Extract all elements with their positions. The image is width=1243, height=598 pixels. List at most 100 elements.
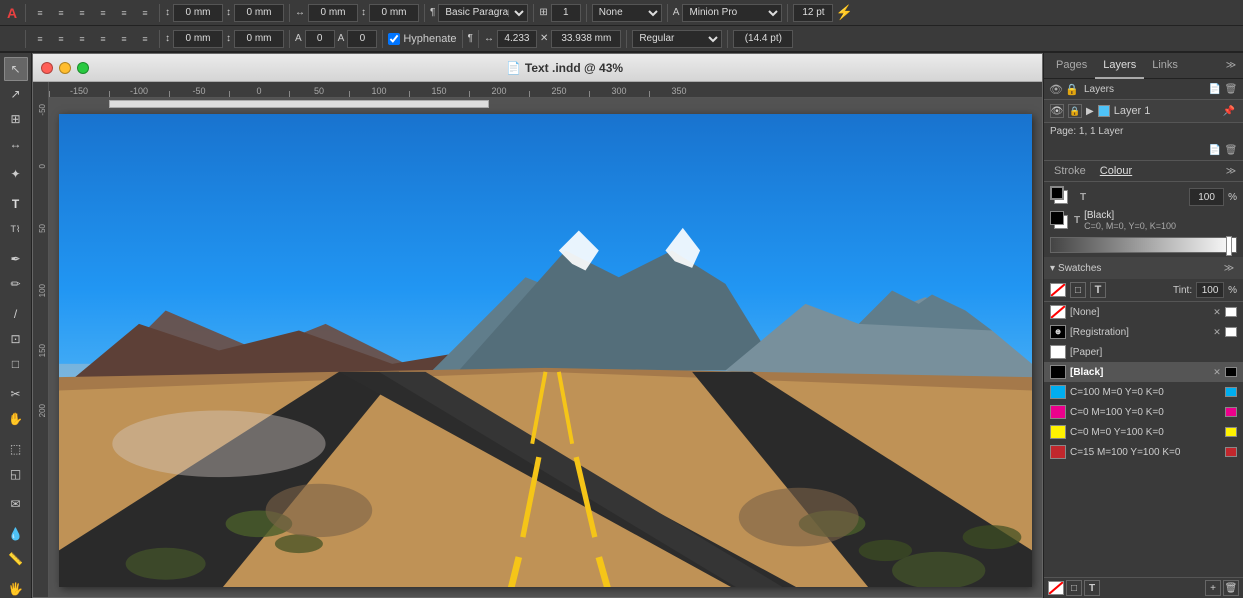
align-right-btn[interactable]: ≡ [73,4,91,22]
note-tool-btn[interactable]: ✉ [4,492,28,516]
swatch-none[interactable]: [None] ✕ [1044,302,1243,322]
content-tool-btn[interactable]: ✦ [4,162,28,186]
swatch-paper[interactable]: [Paper] [1044,342,1243,362]
gradient-tool-btn[interactable]: ⬚ [4,437,28,461]
baseline-input[interactable] [347,30,377,48]
swatch-magenta[interactable]: C=0 M=100 Y=0 K=0 [1044,402,1243,422]
hand-tool-btn[interactable]: 🖐 [4,577,28,598]
align-center-btn[interactable]: ≡ [52,4,70,22]
document-page[interactable] [59,114,1032,587]
text-swatch-btn[interactable]: T [1090,282,1106,298]
align-justify3-btn[interactable]: ≡ [136,4,154,22]
swatch-registration[interactable]: ⊕ [Registration] ✕ [1044,322,1243,342]
direct-selection-tool-btn[interactable]: ↗ [4,82,28,106]
baseline-icon: A [338,33,345,44]
bottom-text-swatch-btn[interactable]: T [1084,580,1100,596]
fill-stroke-icons[interactable] [1050,186,1072,208]
lightning-icon[interactable]: ⚡ [836,5,852,21]
align2-1[interactable]: ≡ [31,30,49,48]
hyphenate-checkbox[interactable] [388,33,400,45]
colour-tab[interactable]: Colour [1094,163,1138,179]
page-tool-btn[interactable]: ⊞ [4,107,28,131]
font-family-dropdown[interactable]: Minion Pro [682,4,782,22]
layer-action-btn2[interactable]: 🗑 [1223,142,1239,158]
align2-5[interactable]: ≡ [115,30,133,48]
layer-action-btn1[interactable]: 📄 [1207,142,1223,158]
gradient-handle[interactable] [1226,236,1232,256]
scissors-tool-btn[interactable]: ✂ [4,382,28,406]
new-layer-btn[interactable]: 📄 [1207,81,1223,97]
font-style-dropdown[interactable]: Regular [632,30,722,48]
tint-input[interactable]: 100 [1196,282,1224,298]
bottom-none-swatch[interactable] [1048,581,1064,595]
line-tool-btn[interactable]: / [4,302,28,326]
colour-swatch-box[interactable] [1050,211,1070,231]
width-val-input[interactable] [551,30,621,48]
hyphenate-label[interactable]: Hyphenate [388,33,456,45]
type-path-tool-btn[interactable]: T⌇ [4,217,28,241]
align2-6[interactable]: ≡ [136,30,154,48]
gap-tool-btn[interactable]: ↔ [4,132,28,156]
size-input[interactable] [305,30,335,48]
transform-tool-btn[interactable]: ✋ [4,407,28,431]
rect-tool-btn[interactable]: □ [4,352,28,376]
paragraph-style-dropdown[interactable]: Basic Paragraph [438,4,528,22]
delete-swatch-btn[interactable]: 🗑 [1223,580,1239,596]
gradient-feather-btn[interactable]: ◱ [4,462,28,486]
none-dropdown[interactable]: None [592,4,662,22]
align2-2[interactable]: ≡ [52,30,70,48]
stroke-tab[interactable]: Stroke [1048,163,1092,179]
w-input[interactable]: 0 mm [308,4,358,22]
panel-options-btn[interactable]: ≫ [1223,58,1239,74]
window-max-btn[interactable] [77,62,89,74]
leading-input[interactable] [733,30,793,48]
align-justify-btn[interactable]: ≡ [94,4,112,22]
pencil-tool-btn[interactable]: ✏ [4,272,28,296]
x2-input[interactable] [173,30,223,48]
new-swatch-btn[interactable]: □ [1070,282,1086,298]
window-close-btn[interactable] [41,62,53,74]
scale-input[interactable] [497,30,537,48]
swatch-cyan[interactable]: C=100 M=0 Y=0 K=0 [1044,382,1243,402]
align2-3[interactable]: ≡ [73,30,91,48]
align-justify2-btn[interactable]: ≡ [115,4,133,22]
main-area: ↖ ↗ ⊞ ↔ ✦ T T⌇ ✒ ✏ / ⊡ □ ✂ ✋ ⬚ ◱ ✉ 💧 📏 🖐… [0,53,1243,598]
h-input[interactable]: 0 mm [369,4,419,22]
links-tab[interactable]: Links [1144,53,1186,79]
swatch-yellow[interactable]: C=0 M=0 Y=100 K=0 [1044,422,1243,442]
eyedropper-tool-btn[interactable]: 💧 [4,522,28,546]
canvas-body[interactable] [49,98,1042,597]
selection-tool-btn[interactable]: ↖ [4,57,28,81]
x-input[interactable]: 0 mm [173,4,223,22]
rect-frame-tool-btn[interactable]: ⊡ [4,327,28,351]
swatch-red[interactable]: C=15 M=100 Y=100 K=0 [1044,442,1243,462]
window-min-btn[interactable] [59,62,71,74]
pen-tool-btn[interactable]: ✒ [4,247,28,271]
selection-handle-top[interactable] [109,100,489,108]
new-swatch-action-btn[interactable]: + [1205,580,1221,596]
layer1-item[interactable]: 👁 🔒 ▶ Layer 1 📌 [1044,100,1243,122]
layer1-expand[interactable]: ▶ [1086,106,1094,117]
measure-tool-btn[interactable]: 📏 [4,547,28,571]
type-tool-btn[interactable]: T [4,192,28,216]
font-size-input[interactable] [793,4,833,22]
ruler-container: -150 -100 -50 0 50 100 150 200 250 300 3… [33,82,1042,98]
pages-tab[interactable]: Pages [1048,53,1095,79]
layer1-pin-btn[interactable]: 📌 [1221,103,1237,119]
layers-tab[interactable]: Layers [1095,53,1144,79]
bottom-new-swatch-btn[interactable]: □ [1066,580,1082,596]
delete-layer-btn[interactable]: 🗑 [1223,81,1239,97]
layer1-lock[interactable]: 🔒 [1068,104,1082,118]
colour-options-btn[interactable]: ≫ [1223,163,1239,179]
layer1-eye[interactable]: 👁 [1050,104,1064,118]
colour-gradient-bar[interactable] [1050,237,1237,253]
y-input[interactable]: 0 mm [234,4,284,22]
y2-input[interactable] [234,30,284,48]
swatch-black[interactable]: [Black] ✕ [1044,362,1243,382]
columns-input[interactable] [551,4,581,22]
colour-percentage-input[interactable]: 100 [1189,188,1224,206]
align2-4[interactable]: ≡ [94,30,112,48]
none-swatch-btn[interactable] [1050,283,1066,297]
align-left-btn[interactable]: ≡ [31,4,49,22]
swatches-options-btn[interactable]: ≫ [1221,260,1237,276]
